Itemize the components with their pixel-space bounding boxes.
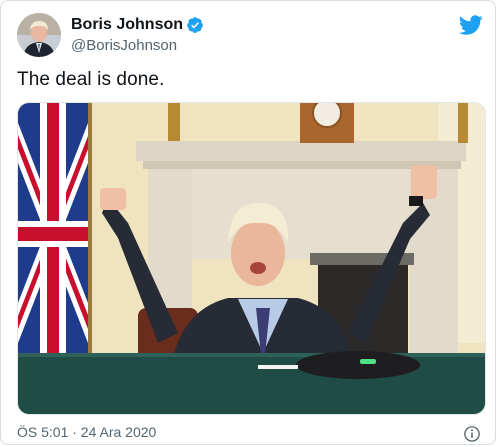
tweet-header: Boris Johnson @BorisJohnson: [17, 13, 483, 57]
tweet-photo[interactable]: [17, 102, 486, 415]
tweet-text: The deal is done.: [17, 69, 165, 90]
avatar[interactable]: [17, 13, 61, 57]
avatar-image: [17, 13, 61, 57]
author-name[interactable]: Boris Johnson: [71, 16, 183, 34]
verified-badge-icon: [187, 17, 203, 33]
author-name-row[interactable]: Boris Johnson: [71, 16, 204, 34]
tweet-timestamp[interactable]: ÖS 5:01 · 24 Ara 2020: [17, 424, 156, 440]
tweet-card[interactable]: Boris Johnson @BorisJohnson The deal is …: [0, 0, 496, 445]
twitter-bird-icon[interactable]: [459, 13, 483, 37]
photo-image: [18, 103, 485, 414]
info-icon[interactable]: [463, 425, 481, 443]
author-handle[interactable]: @BorisJohnson: [71, 37, 177, 54]
